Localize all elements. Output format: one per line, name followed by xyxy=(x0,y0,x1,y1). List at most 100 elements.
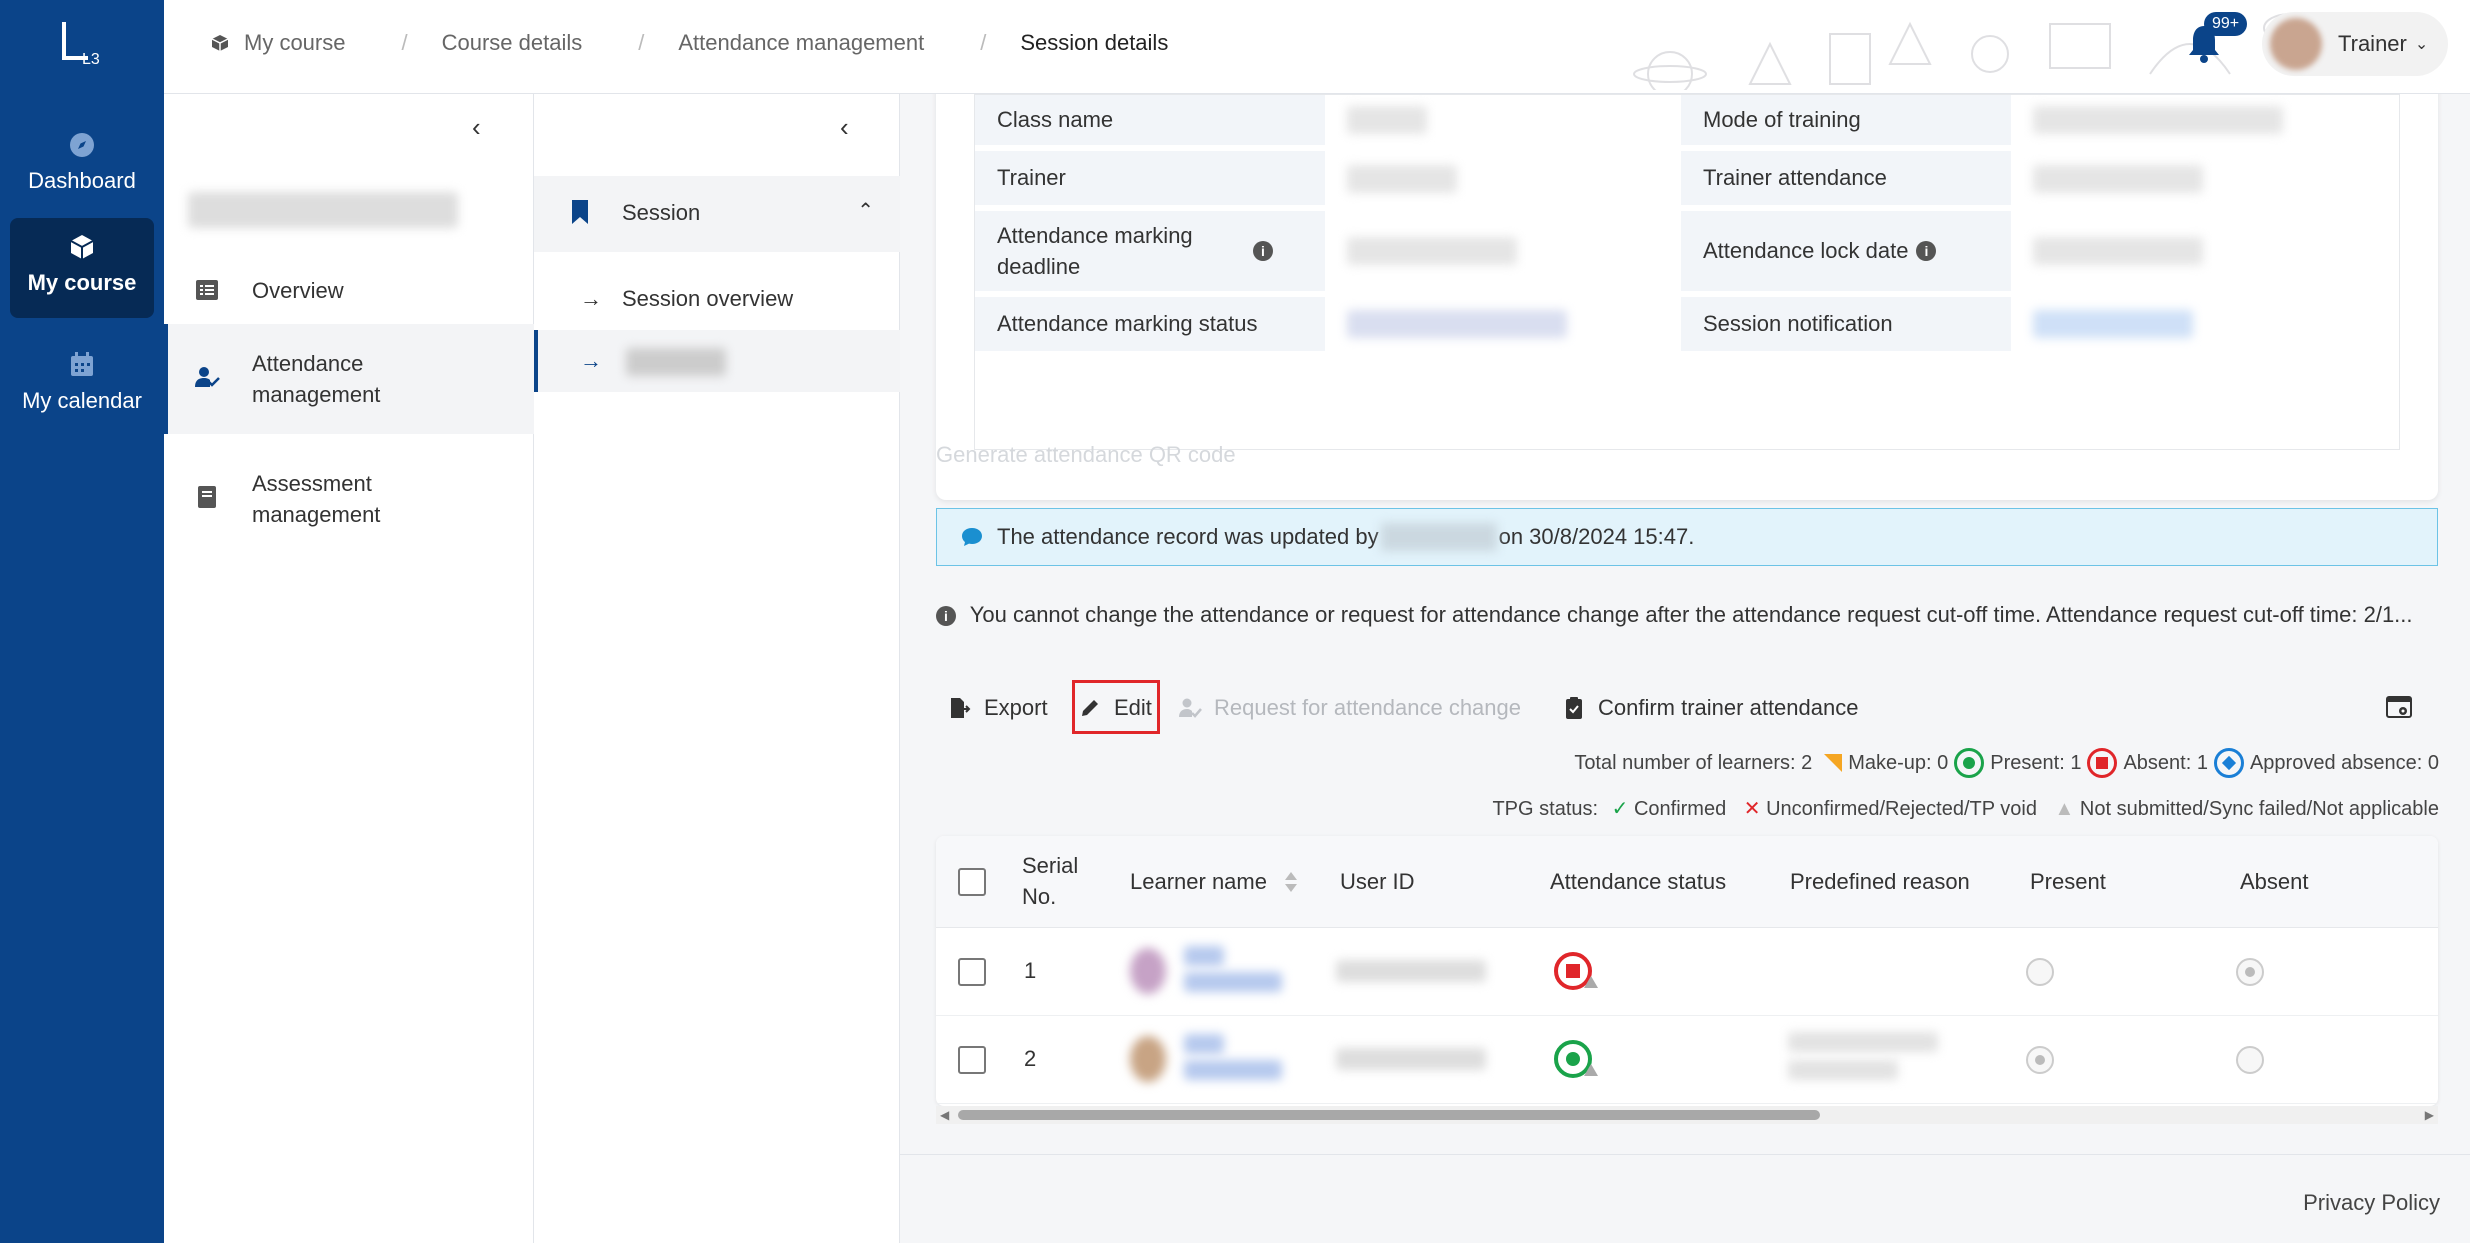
learner-name-redacted[interactable] xyxy=(1184,946,1224,966)
info-icon[interactable]: i xyxy=(1253,241,1273,261)
collapse-left-icon[interactable]: ‹ xyxy=(472,112,481,143)
course-menu-overview[interactable]: Overview xyxy=(164,260,534,320)
summary-present: Present: 1 xyxy=(1990,751,2082,774)
absent-radio[interactable] xyxy=(2236,958,2264,986)
breadcrumb-separator: / xyxy=(638,30,645,55)
nav-my-course[interactable]: My course xyxy=(10,218,154,318)
generate-qr-code-link[interactable]: Generate attendance QR code xyxy=(936,442,1236,468)
session-menu-header[interactable]: Session ⌃ xyxy=(534,176,900,252)
trainer-value-redacted xyxy=(1347,165,1457,193)
marking-deadline-value-redacted xyxy=(1347,237,1517,265)
privacy-policy-link[interactable]: Privacy Policy xyxy=(2303,1190,2440,1216)
session-info-table: Class name Mode of training Trainer Trai… xyxy=(974,94,2400,450)
edit-highlight-box xyxy=(1072,680,1160,734)
cutoff-warning: i You cannot change the attendance or re… xyxy=(936,602,2413,628)
row-serial: 2 xyxy=(1024,1046,1037,1071)
confirm-trainer-attendance-label: Confirm trainer attendance xyxy=(1598,695,1859,720)
col-predefined-reason: Predefined reason xyxy=(1790,869,1970,894)
export-label: Export xyxy=(984,695,1048,720)
app-logo[interactable]: L3 xyxy=(58,18,100,66)
learner-name-redacted[interactable] xyxy=(1184,972,1282,992)
breadcrumb-course-details[interactable]: Course details xyxy=(442,30,583,56)
bookmark-icon xyxy=(572,200,588,224)
user-menu[interactable]: Trainer ⌄ xyxy=(2262,12,2448,76)
cube-icon xyxy=(211,35,229,51)
column-settings-icon[interactable] xyxy=(2386,696,2412,720)
col-absent: Absent xyxy=(2240,869,2309,894)
export-file-icon xyxy=(951,698,971,718)
course-name-redacted xyxy=(188,192,458,228)
present-status-icon xyxy=(1954,748,1985,778)
sort-icon[interactable] xyxy=(1284,870,1298,894)
row-checkbox[interactable] xyxy=(958,958,986,986)
nav-dashboard[interactable]: Dashboard xyxy=(10,116,154,216)
session-notification-label: Session notification xyxy=(1681,297,2011,351)
breadcrumb-session-details: Session details xyxy=(1020,30,1169,55)
absent-radio[interactable] xyxy=(2236,1046,2264,1074)
learner-name-redacted[interactable] xyxy=(1184,1060,1282,1080)
export-button[interactable]: Export xyxy=(948,680,1048,736)
request-change-button[interactable]: Request for attendance change xyxy=(1178,680,1521,736)
col-present: Present xyxy=(2030,869,2106,894)
present-radio[interactable] xyxy=(2026,1046,2054,1074)
session-menu-panel: ‹ Session ⌃ → Session overview → xyxy=(534,94,900,1243)
session-menu-overview[interactable]: → Session overview xyxy=(534,268,900,330)
user-id-redacted xyxy=(1336,1048,1486,1070)
col-user-id: User ID xyxy=(1340,869,1415,894)
chevron-up-icon: ⌃ xyxy=(857,200,874,222)
session-notification-link-redacted[interactable] xyxy=(2033,310,2193,338)
tpg-not-submitted: Not submitted/Sync failed/Not applicable xyxy=(2079,798,2439,820)
chat-bubble-icon xyxy=(962,528,982,546)
update-alert-prefix: The attendance record was updated by xyxy=(997,524,1379,549)
avatar xyxy=(1130,948,1166,994)
learner-summary: Total number of learners: 2 Make-up: 0 P… xyxy=(1568,748,2439,778)
tpg-status-legend: TPG status: ✓ Confirmed ✕ Unconfirmed/Re… xyxy=(1492,796,2439,821)
table-header: Serial No. Learner name User ID Attendan… xyxy=(936,836,2438,928)
arrow-right-icon: → xyxy=(580,286,602,311)
col-learner-name[interactable]: Learner name xyxy=(1130,866,1267,897)
calendar-icon xyxy=(71,352,93,376)
table-horizontal-scrollbar[interactable]: ◀ ▶ xyxy=(936,1106,2438,1124)
summary-makeup: Make-up: 0 xyxy=(1848,751,1949,774)
breadcrumb-my-course[interactable]: My course xyxy=(244,30,345,56)
tpg-confirmed: Confirmed xyxy=(1633,798,1727,820)
info-icon[interactable]: i xyxy=(1916,241,1937,261)
trainer-label: Trainer xyxy=(975,151,1325,205)
collapse-left-icon[interactable]: ‹ xyxy=(840,112,849,143)
learner-name-redacted[interactable] xyxy=(1184,1034,1224,1054)
course-menu-attendance-management[interactable]: Attendance management xyxy=(164,324,534,434)
scrollbar-thumb[interactable] xyxy=(958,1110,1820,1120)
main-content: Class name Mode of training Trainer Trai… xyxy=(900,94,2470,1243)
user-role-label: Trainer xyxy=(2338,31,2407,56)
attendance-toolbar: Export Edit Request for attendance chang… xyxy=(936,680,2438,736)
check-icon: ✓ xyxy=(1611,798,1629,820)
update-alert-suffix: on 30/8/2024 15:47. xyxy=(1498,524,1695,549)
trainer-attendance-label: Trainer attendance xyxy=(1681,151,2011,205)
confirm-trainer-attendance-button[interactable]: Confirm trainer attendance xyxy=(1562,680,1858,736)
cube-icon xyxy=(70,235,94,259)
col-serial-no: Serial No. xyxy=(1022,853,1079,909)
table-row: 2 xyxy=(936,1016,2438,1104)
class-name-label: Class name xyxy=(975,95,1325,145)
scroll-left-arrow-icon[interactable]: ◀ xyxy=(940,1108,949,1122)
select-all-checkbox[interactable] xyxy=(958,868,986,896)
compass-icon xyxy=(70,133,94,157)
row-checkbox[interactable] xyxy=(958,1046,986,1074)
notification-badge: 99+ xyxy=(2204,12,2248,36)
present-radio[interactable] xyxy=(2026,958,2054,986)
breadcrumb-separator: / xyxy=(401,30,408,55)
course-menu-panel: ‹ Overview Attendance management Assessm… xyxy=(164,94,534,1243)
scroll-right-arrow-icon[interactable]: ▶ xyxy=(2425,1108,2434,1122)
row-serial: 1 xyxy=(1024,958,1037,983)
session-menu-current-session[interactable]: → xyxy=(534,330,900,392)
top-bar: My course / Course details / Attendance … xyxy=(164,0,2470,94)
tpg-warning-triangle-icon xyxy=(1584,976,1598,988)
user-id-redacted xyxy=(1336,960,1486,982)
update-alert: The attendance record was updated by on … xyxy=(936,508,2438,566)
nav-my-calendar[interactable]: My calendar xyxy=(10,336,154,436)
tpg-warning-triangle-icon xyxy=(1584,1064,1598,1076)
nav-my-course-label: My course xyxy=(27,270,137,295)
course-menu-assessment-management[interactable]: Assessment management xyxy=(164,444,534,554)
breadcrumb-attendance-management[interactable]: Attendance management xyxy=(678,30,924,56)
session-info-card: Class name Mode of training Trainer Trai… xyxy=(936,94,2438,500)
